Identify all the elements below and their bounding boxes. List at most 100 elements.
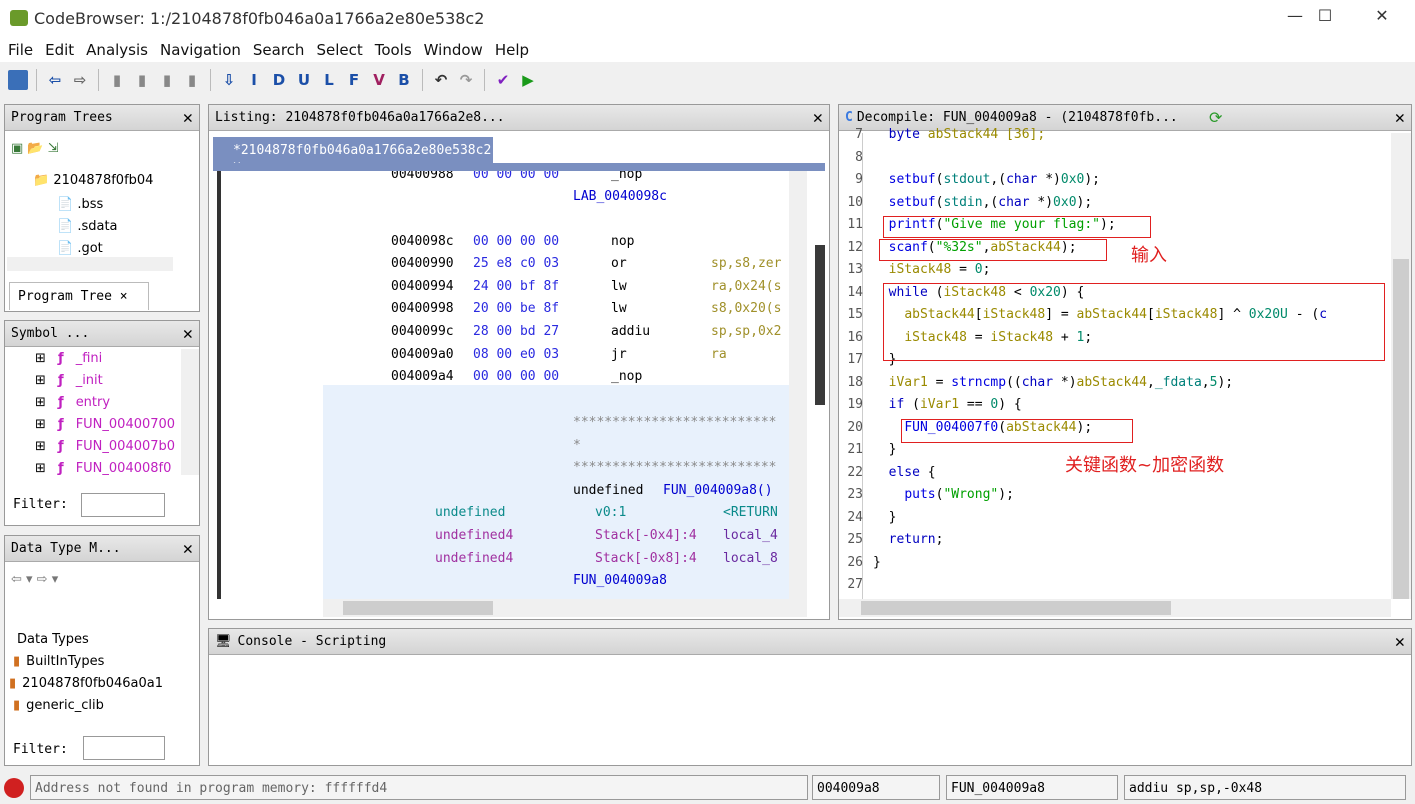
code-line[interactable]: 9 setbuf(stdout,(char *)0x0);	[839, 172, 1389, 194]
code-line[interactable]: 10 setbuf(stdin,(char *)0x0);	[839, 195, 1389, 217]
save-icon[interactable]	[8, 70, 28, 90]
datatype-item[interactable]: ▮ 2104878f0fb046a0a1	[9, 676, 163, 691]
datatype-filter-input[interactable]	[83, 736, 165, 760]
next-bookmark-button[interactable]: B	[394, 70, 414, 90]
next-label-button[interactable]: L	[319, 70, 339, 90]
listing-row[interactable]: 0040099c 28 00 bd 27 addiu sp,sp,0x2	[323, 324, 789, 346]
tree-item[interactable]: 📄 .sdata	[57, 219, 118, 234]
back-icon[interactable]: ⇦	[45, 70, 65, 90]
nav-icon[interactable]: ▮	[157, 70, 177, 90]
listing-row[interactable]: 004009a4 00 00 00 00 _nop	[323, 369, 789, 391]
tree-item[interactable]: 📄 .bss	[57, 197, 103, 212]
close-icon[interactable]: ✕	[1395, 108, 1405, 128]
overview-bar[interactable]	[815, 245, 825, 405]
listing-row[interactable]: **************************	[323, 415, 789, 437]
nav-arrows-icon[interactable]: ⇦ ▾ ⇨ ▾	[11, 572, 58, 587]
horizontal-scrollbar[interactable]	[323, 599, 807, 617]
code-line[interactable]: 24 }	[839, 510, 1389, 532]
refresh-icon[interactable]: ⟳	[1209, 108, 1222, 127]
menu-window[interactable]: Window	[424, 38, 489, 62]
next-instruction-button[interactable]: I	[244, 70, 264, 90]
symbol-filter-input[interactable]	[81, 493, 165, 517]
listing-row[interactable]: 00400990 25 e8 c0 03 or sp,s8,zer	[323, 256, 789, 278]
listing-row[interactable]: 0040098c 00 00 00 00 nop	[323, 234, 789, 256]
menu-analysis[interactable]: Analysis	[86, 38, 154, 62]
next-undefined-button[interactable]: U	[294, 70, 314, 90]
undo-icon[interactable]: ↶	[431, 70, 451, 90]
symbol-item[interactable]: ⊞ ƒ entry	[35, 395, 110, 410]
next-function-button[interactable]: F	[344, 70, 364, 90]
code-token: char	[998, 194, 1030, 210]
listing-row[interactable]: *	[323, 438, 789, 460]
listing-row[interactable]: 00400994 24 00 bf 8f lw ra,0x24(s	[323, 279, 789, 301]
check-icon[interactable]: ✔	[493, 70, 513, 90]
menu-navigation[interactable]: Navigation	[160, 38, 247, 62]
code-line[interactable]: 13 iStack48 = 0;	[839, 262, 1389, 284]
tab-program-tree[interactable]: Program Tree ×	[9, 282, 149, 310]
next-data-button[interactable]: D	[269, 70, 289, 90]
code-line[interactable]: 26}	[839, 555, 1389, 577]
filter-label: Filter:	[13, 497, 68, 512]
symbol-item[interactable]: ⊞ ƒ FUN_00400700	[35, 417, 175, 432]
datatype-item[interactable]: Data Types	[11, 632, 89, 647]
listing-row[interactable]: 00400998 20 00 be 8f lw s8,0x20(s	[323, 301, 789, 323]
maximize-button[interactable]: ☐	[1305, 6, 1345, 32]
vertical-scrollbar[interactable]	[789, 171, 807, 599]
symbol-item[interactable]: ⊞ ƒ _init	[35, 373, 103, 388]
close-icon[interactable]: ✕	[183, 324, 193, 344]
toolbar-icons[interactable]: ▣ 📂 ⇲	[11, 141, 59, 156]
code-line[interactable]: 25 return;	[839, 532, 1389, 554]
code-label[interactable]: LAB_0040098c	[573, 189, 667, 204]
close-icon[interactable]: ✕	[183, 539, 193, 559]
code-line[interactable]: 7 byte abStack44 [36];	[839, 127, 1389, 149]
listing-row[interactable]: undefined FUN_004009a8()	[323, 483, 789, 505]
datatype-item[interactable]: ▮ BuiltInTypes	[13, 654, 104, 669]
menu-edit[interactable]: Edit	[45, 38, 80, 62]
datatype-item[interactable]: ▮ generic_clib	[13, 698, 104, 713]
listing-row[interactable]: undefined4 Stack[-0x4]:4 local_4	[323, 528, 789, 550]
close-icon[interactable]: ✕	[183, 108, 193, 128]
tab-listing-file[interactable]: *2104878f0fb046a0a1766a2e80e538c2 ✕	[213, 137, 493, 173]
menu-tools[interactable]: Tools	[375, 38, 418, 62]
listing-row[interactable]: **************************	[323, 460, 789, 482]
symbol-item[interactable]: ⊞ ƒ FUN_004008f0	[35, 461, 171, 476]
run-icon[interactable]: ▶	[518, 70, 538, 90]
next-value-button[interactable]: V	[369, 70, 389, 90]
menu-file[interactable]: File	[8, 38, 39, 62]
code-line[interactable]: 18 iVar1 = strncmp((char *)abStack44,_fd…	[839, 375, 1389, 397]
listing-row[interactable]: undefined4 Stack[-0x8]:4 local_8	[323, 551, 789, 573]
redo-icon[interactable]: ↷	[456, 70, 476, 90]
tree-root[interactable]: 📁 2104878f0fb04	[33, 173, 153, 188]
listing-row[interactable]: 004009a0 08 00 e0 03 jr ra	[323, 347, 789, 369]
menu-help[interactable]: Help	[495, 38, 535, 62]
listing-row[interactable]: undefined v0:1 <RETURN	[323, 505, 789, 527]
close-button[interactable]: ✕	[1362, 6, 1402, 32]
horizontal-scrollbar[interactable]	[7, 257, 173, 271]
symbol-item[interactable]: ⊞ ƒ _fini	[35, 351, 102, 366]
close-icon[interactable]: ✕	[1395, 632, 1405, 652]
down-arrow-icon[interactable]: ⇩	[219, 70, 239, 90]
menu-select[interactable]: Select	[316, 38, 368, 62]
function-signature-name[interactable]: FUN_004009a8()	[663, 483, 773, 498]
code-line[interactable]: 19 if (iVar1 == 0) {	[839, 397, 1389, 419]
code-line[interactable]: 8	[839, 150, 1389, 172]
horizontal-scrollbar[interactable]	[839, 599, 1391, 617]
forward-icon[interactable]: ⇨	[70, 70, 90, 90]
vertical-scrollbar[interactable]	[1391, 133, 1411, 599]
listing-row[interactable]: FUN_004009a8	[323, 573, 789, 595]
tab-close-icon[interactable]: ×	[120, 289, 128, 304]
nav-icon[interactable]: ▮	[132, 70, 152, 90]
nav-icon[interactable]: ▮	[107, 70, 127, 90]
tree-item[interactable]: 📄 .got	[57, 241, 103, 256]
vertical-scrollbar[interactable]	[181, 349, 199, 475]
close-icon[interactable]: ✕	[813, 108, 823, 128]
function-label[interactable]: FUN_004009a8	[573, 573, 667, 588]
code-line[interactable]: 27	[839, 577, 1389, 599]
listing-row[interactable]: 00400988 00 00 00 00 _nop	[323, 171, 789, 189]
symbol-item[interactable]: ⊞ ƒ FUN_004007b0	[35, 439, 175, 454]
nav-icon[interactable]: ▮	[182, 70, 202, 90]
code-line[interactable]: 23 puts("Wrong");	[839, 487, 1389, 509]
listing-row[interactable]: LAB_0040098c	[323, 189, 789, 211]
menu-search[interactable]: Search	[253, 38, 311, 62]
